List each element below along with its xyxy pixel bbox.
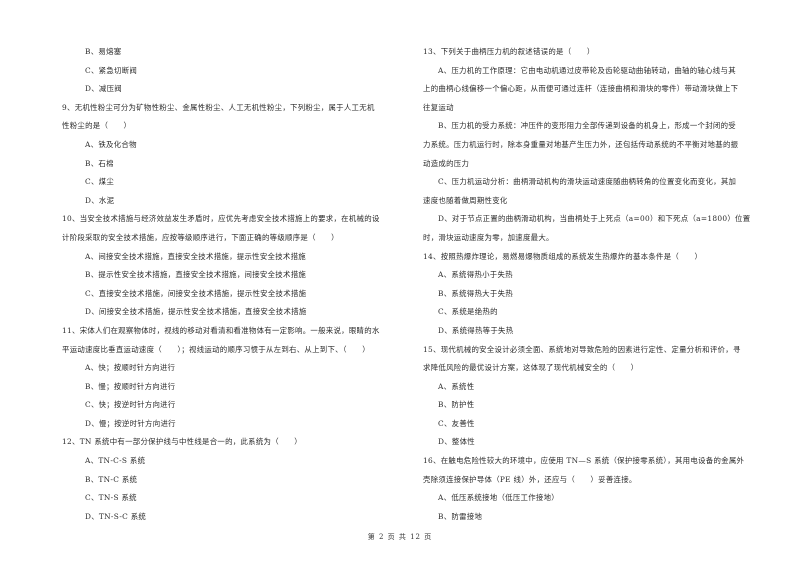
option-c-cont: 速度也随着做周期性变化 [423, 195, 508, 205]
option-c: C、煤尘 [85, 177, 115, 187]
option-a-cont: 上的曲柄心线偏移一个偏心距，从而便可通过连杆（连接曲柄和滑块的零件）带动滑块做上… [423, 84, 739, 94]
option-d: D、间接安全技术措施，提示性安全技术措施，直接安全技术措施 [85, 307, 307, 317]
question-stem: 平运动速度比垂直运动速度（ ）；视线运动的顺序习惯于从左到右、从上到下、（ ） [62, 344, 370, 354]
option-a-cont: 往复运动 [423, 102, 454, 112]
page-number-footer: 第 2 页 共 12 页 [367, 533, 433, 541]
option-a: A、系统得热小于失热 [438, 270, 513, 280]
option-c: C、TN-S 系统 [85, 493, 137, 503]
question-stem: 16、在触电危险性较大的环境中，应使用 TN—S 系统（保护接零系统），其用电设… [423, 456, 745, 466]
option-c: C、系统是绝热的 [438, 307, 498, 317]
option-d: D、整体性 [438, 437, 475, 447]
option-b: B、慢；按顺时针方向进行 [85, 381, 176, 391]
question-10: 10、当安全技术措施与经济效益发生矛盾时，应优先考虑安全技术措施上的要求，在机械… [62, 210, 402, 322]
option-a: A、低压系统接地（低压工作接地） [438, 493, 559, 503]
option-b: B、防雷接地 [438, 511, 483, 521]
option-a: A、压力机的工作原理：它由电动机通过皮带轮及齿轮驱动曲轴转动，曲轴的轴心线与其 [438, 65, 736, 75]
option-d: D、慢；按逆时针方向进行 [85, 418, 176, 428]
option-b: B、TN-C 系统 [85, 474, 138, 484]
option-d: D、TN-S-C 系统 [85, 511, 147, 521]
option-c: C、紧急切断阀 [85, 65, 138, 75]
question-13: 13、下列关于曲柄压力机的叙述错误的是（ ） A、压力机的工作原理：它由电动机通… [423, 43, 768, 248]
option-d-cont: 时，滑块运动速度为零，加速度最大。 [423, 232, 554, 242]
question-9: 9、无机性粉尘可分为矿物性粉尘、金属性粉尘、人工无机性粉尘，下列粉尘，属于人工无… [62, 99, 402, 211]
option-d: D、减压阀 [85, 84, 122, 94]
left-column: B、易熔塞 C、紧急切断阀 D、减压阀 9、无机性粉尘可分为矿物性粉尘、金属性粉… [62, 43, 402, 526]
question-14: 14、按照热爆炸理论，易燃易爆物质组成的系统发生热爆炸的基本条件是（ ） A、系… [423, 248, 768, 341]
question-stem: 求降低风险的最优设计方案，这体现了现代机械安全的（ ） [423, 363, 639, 373]
option-d: D、系统得热等于失热 [438, 325, 514, 335]
question-15: 15、现代机械的安全设计必须全面、系统地对导致危险的因素进行定性、定量分析和评价… [423, 341, 768, 453]
option-b: B、防护性 [438, 400, 475, 410]
question-stem: 14、按照热爆炸理论，易燃易爆物质组成的系统发生热爆炸的基本条件是（ ） [423, 251, 703, 261]
option-b-cont: 力系统。压力机运行时，除本身重量对地基产生压力外，还包括传动系统的不平衡对地基的… [423, 139, 739, 149]
question-stem: 计阶段采取的安全技术措施，应按等级顺序进行，下面正确的等级顺序是（ ） [62, 232, 339, 242]
question-stem: 11、宋体人们在观察物体时，视线的移动对看清和看准物体有一定影响。一般来说，眼睛… [62, 325, 380, 335]
option-a: A、快；按顺时针方向进行 [85, 363, 176, 373]
option-a: A、铁及化合物 [85, 139, 137, 149]
question-stem: 性粉尘的是（ ） [62, 121, 132, 131]
question-8-tail: B、易熔塞 C、紧急切断阀 D、减压阀 [62, 43, 402, 99]
option-c: C、友善性 [438, 418, 475, 428]
question-stem: 10、当安全技术措施与经济效益发生矛盾时，应优先考虑安全技术措施上的要求，在机械… [62, 214, 380, 224]
option-b: B、石棉 [85, 158, 114, 168]
option-a: A、间接安全技术措施，直接安全技术措施，提示性安全技术措施 [85, 251, 306, 261]
option-b: B、易熔塞 [85, 47, 122, 56]
question-stem: 12、TN 系统中有一部分保护线与中性线是合一的，此系统为（ ） [62, 437, 302, 447]
option-b-cont: 动造成的压力 [423, 158, 470, 168]
option-d: D、对于节点正置的曲柄滑动机构，当曲柄处于上死点（a=00）和下死点（a=180… [438, 214, 751, 224]
question-12: 12、TN 系统中有一部分保护线与中性线是合一的，此系统为（ ） A、TN-C-… [62, 433, 402, 526]
right-column: 13、下列关于曲柄压力机的叙述错误的是（ ） A、压力机的工作原理：它由电动机通… [423, 43, 768, 526]
question-stem: 13、下列关于曲柄压力机的叙述错误的是（ ） [423, 47, 595, 56]
question-16: 16、在触电危险性较大的环境中，应使用 TN—S 系统（保护接零系统），其用电设… [423, 452, 768, 526]
option-a: A、系统性 [438, 381, 475, 391]
question-stem: 9、无机性粉尘可分为矿物性粉尘、金属性粉尘、人工无机性粉尘，下列粉尘，属于人工无… [62, 102, 375, 112]
option-c: C、压力机运动分析：曲柄滑动机构的滑块运动速度随曲柄转角的位置变化而变化，其加 [438, 177, 737, 187]
option-b: B、提示性安全技术措施，直接安全技术措施，间接安全技术措施 [85, 270, 307, 280]
question-stem: 15、现代机械的安全设计必须全面、系统地对导致危险的因素进行定性、定量分析和评价… [423, 344, 741, 354]
option-d: D、水泥 [85, 195, 115, 205]
option-b: B、系统得热大于失热 [438, 288, 513, 298]
option-a: A、TN-C-S 系统 [85, 456, 146, 466]
option-c: C、快；按逆时针方向进行 [85, 400, 176, 410]
option-b: B、压力机的受力系统：冲压件的变形阻力全部传递到设备的机身上，形成一个封闭的受 [438, 121, 736, 131]
option-c: C、直接安全技术措施，间接安全技术措施，提示性安全技术措施 [85, 288, 307, 298]
question-stem: 壳除须连接保护导体（PE 线）外，还应与（ ）妥善连接。 [423, 474, 637, 484]
question-11: 11、宋体人们在观察物体时，视线的移动对看清和看准物体有一定影响。一般来说，眼睛… [62, 322, 402, 434]
